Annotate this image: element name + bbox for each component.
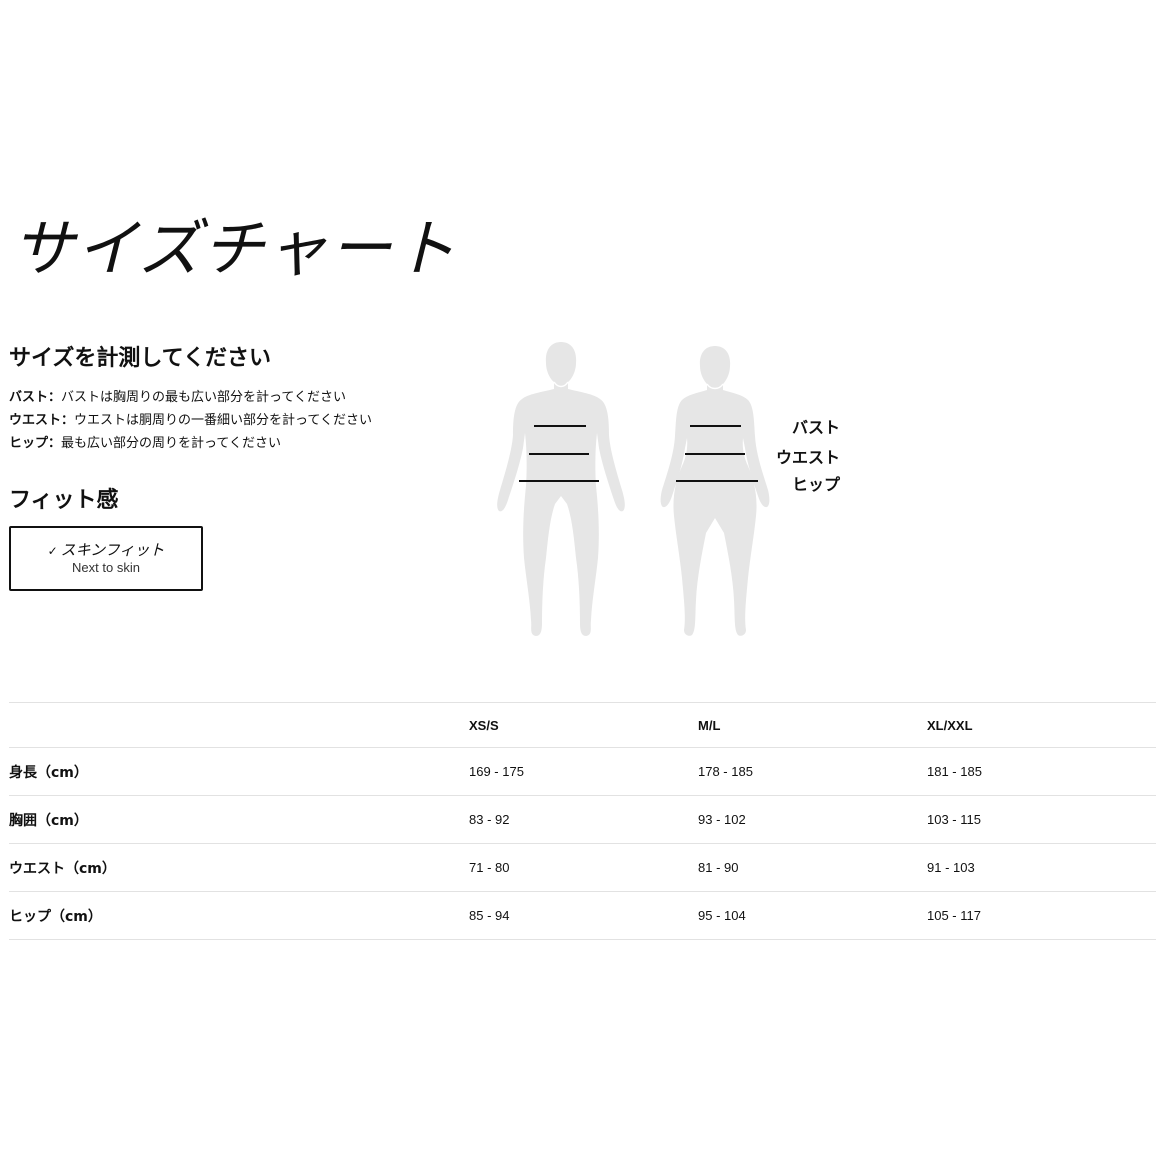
measure-item-bust: バスト：バストは胸周りの最も広い部分を計ってください <box>9 386 372 409</box>
table-cell: 93 - 102 <box>698 795 927 844</box>
check-icon: ✓ <box>47 544 58 558</box>
table-cell: 105 - 117 <box>927 891 1156 940</box>
table-cell: 81 - 90 <box>698 843 927 892</box>
row-label-height: 身長（cm） <box>9 747 469 796</box>
row-label-waist: ウエスト（cm） <box>9 843 469 892</box>
table-cell: 103 - 115 <box>927 795 1156 844</box>
measure-term-waist: ウエスト： <box>9 413 75 428</box>
measure-heading: サイズを計測してください <box>9 346 272 371</box>
table-cell: 83 - 92 <box>469 795 698 844</box>
table-header-m-l: M/L <box>698 702 927 748</box>
body-figures-illustration <box>497 342 770 636</box>
table-cell: 85 - 94 <box>469 891 698 940</box>
fit-option-skin-fit[interactable]: ✓ スキンフィット Next to skin <box>9 526 203 591</box>
table-header-xl-xxl: XL/XXL <box>927 702 1156 748</box>
fit-option-sub: Next to skin <box>72 560 140 575</box>
measure-instructions: バスト：バストは胸周りの最も広い部分を計ってください ウエスト：ウエストは胴周り… <box>9 386 372 455</box>
table-cell: 178 - 185 <box>698 747 927 796</box>
table-header-row: XS/S M/L XL/XXL <box>9 702 1156 748</box>
measure-desc-waist: ウエストは胴周りの一番細い部分を計ってください <box>74 413 372 428</box>
figure-label-bust: バスト <box>792 418 841 437</box>
table-cell: 71 - 80 <box>469 843 698 892</box>
measure-item-hip: ヒップ：最も広い部分の周りを計ってください <box>9 432 372 455</box>
fit-option-label: スキンフィット <box>60 541 165 559</box>
table-row: ヒップ（cm） 85 - 94 95 - 104 105 - 117 <box>9 891 1156 940</box>
measure-term-hip: ヒップ： <box>9 436 62 451</box>
row-label-chest: 胸囲（cm） <box>9 795 469 844</box>
size-table: XS/S M/L XL/XXL 身長（cm） 169 - 175 178 - 1… <box>9 702 1156 940</box>
measure-desc-hip: 最も広い部分の周りを計ってください <box>61 436 281 451</box>
table-cell: 91 - 103 <box>927 843 1156 892</box>
fit-option-title: ✓ スキンフィット <box>11 542 201 560</box>
table-header-empty <box>9 702 469 748</box>
row-label-hip: ヒップ（cm） <box>9 891 469 940</box>
table-cell: 181 - 185 <box>927 747 1156 796</box>
page-title: サイズチャート <box>12 212 458 285</box>
table-row: 胸囲（cm） 83 - 92 93 - 102 103 - 115 <box>9 795 1156 844</box>
table-row: ウエスト（cm） 71 - 80 81 - 90 91 - 103 <box>9 843 1156 892</box>
table-cell: 95 - 104 <box>698 891 927 940</box>
measure-term-bust: バスト： <box>9 390 62 405</box>
figure-label-hip: ヒップ <box>792 475 841 494</box>
measure-item-waist: ウエスト：ウエストは胴周りの一番細い部分を計ってください <box>9 409 372 432</box>
figure-neck-outlines <box>553 381 724 390</box>
measure-desc-bust: バストは胸周りの最も広い部分を計ってください <box>61 390 346 405</box>
table-cell: 169 - 175 <box>469 747 698 796</box>
table-header-xs-s: XS/S <box>469 702 698 748</box>
figure-label-waist: ウエスト <box>776 448 841 467</box>
female-figure-silhouette <box>660 346 770 636</box>
table-row: 身長（cm） 169 - 175 178 - 185 181 - 185 <box>9 747 1156 796</box>
fit-heading: フィット感 <box>9 488 119 513</box>
